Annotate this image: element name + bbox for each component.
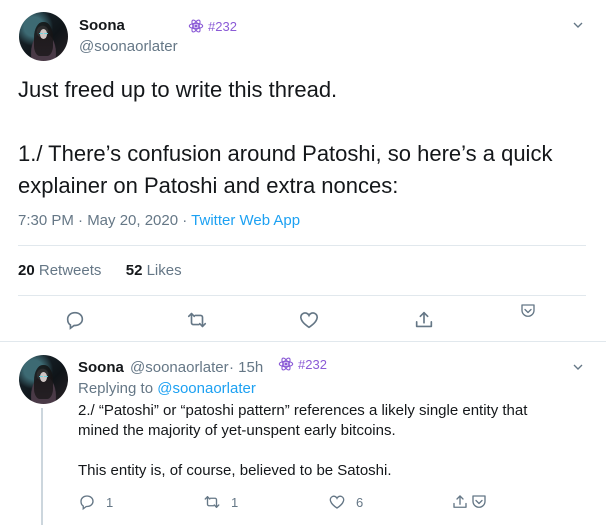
likes-count: 52 <box>125 262 143 279</box>
save-to-pocket-icon <box>472 495 486 508</box>
likes-label: Likes <box>146 262 182 279</box>
like-button[interactable] <box>298 309 320 331</box>
reply-author-handle[interactable]: @soonaorlater <box>130 359 229 376</box>
save-to-pocket-icon <box>521 304 535 317</box>
extension-badge[interactable]: #232 <box>278 356 327 372</box>
tweet-meta: 7:30 PM · May 20, 2020 · Twitter Web App <box>18 212 300 229</box>
reply-text-line: 2./ “Patoshi” or “patoshi pattern” refer… <box>78 402 528 419</box>
divider <box>18 245 586 246</box>
tweet-text-line: 1./ There’s confusion around Patoshi, so… <box>18 141 553 166</box>
avatar[interactable] <box>19 355 68 404</box>
tweet-text-line: explainer on Patoshi and extra nonces: <box>18 173 399 198</box>
tweet-text: Just freed up to write this thread. 1./ … <box>18 74 578 202</box>
save-to-pocket-button[interactable] <box>519 302 537 320</box>
retweet-arrows-icon <box>204 496 220 508</box>
tweet-source-link[interactable]: Twitter Web App <box>191 212 300 229</box>
tweet-text-line: Just freed up to write this thread. <box>18 77 338 102</box>
reply-count: 1 <box>106 494 114 510</box>
badge-label: #232 <box>208 18 237 34</box>
retweets-count: 20 <box>18 262 35 279</box>
heart-icon <box>329 495 345 509</box>
retweet-count: 1 <box>231 494 239 510</box>
chevron-down-icon[interactable] <box>570 17 586 33</box>
author-name[interactable]: Soona <box>79 17 125 34</box>
reply-button[interactable] <box>64 309 86 331</box>
speech-bubble-icon <box>80 495 94 511</box>
speech-bubble-icon <box>66 311 84 330</box>
reply-reply-button[interactable]: 1 <box>78 493 113 511</box>
like-count: 6 <box>356 494 364 510</box>
author-handle[interactable]: @soonaorlater <box>79 38 178 55</box>
reply-text: 2./ “Patoshi” or “patoshi pattern” refer… <box>78 401 568 481</box>
share-upload-icon <box>453 495 467 508</box>
atom-icon <box>188 19 204 33</box>
replying-to: Replying to @soonaorlater <box>78 380 256 397</box>
chevron-down-icon[interactable] <box>570 359 586 375</box>
thread-line <box>41 408 43 525</box>
retweets-stat[interactable]: 20 Retweets <box>18 262 101 279</box>
divider <box>18 295 586 296</box>
heart-icon <box>299 312 319 329</box>
avatar[interactable] <box>19 12 68 61</box>
reply-share-button[interactable] <box>451 493 469 511</box>
share-button[interactable] <box>413 309 435 331</box>
badge-label: #232 <box>298 356 327 372</box>
atom-icon <box>278 357 294 371</box>
retweet-button[interactable] <box>186 309 208 331</box>
tweet-stats: 20 Retweets 52 Likes <box>18 262 182 279</box>
retweet-arrows-icon <box>187 312 207 328</box>
reply-save-to-pocket-button[interactable] <box>470 493 488 511</box>
reply-like-button[interactable]: 6 <box>328 493 363 511</box>
retweets-label: Retweets <box>38 262 102 279</box>
reply-retweet-button[interactable]: 1 <box>203 493 238 511</box>
extension-badge[interactable]: #232 <box>188 18 237 34</box>
share-upload-icon <box>415 311 433 328</box>
replying-handle-link[interactable]: @soonaorlater <box>157 380 256 397</box>
reply-time-ago[interactable]: · 15h <box>229 359 263 376</box>
tweet-timestamp[interactable]: 7:30 PM · May 20, 2020 · <box>18 212 191 229</box>
replying-prefix: Replying to <box>78 380 158 397</box>
reply-text-line: This entity is, of course, believed to b… <box>78 462 392 479</box>
likes-stat[interactable]: 52 Likes <box>126 262 182 279</box>
main-tweet: Soona @soonaorlater #232 Just freed up t… <box>0 0 606 342</box>
reply-text-line: mined the majority of yet-unspent early … <box>78 422 396 439</box>
reply-author-name[interactable]: Soona <box>78 359 124 376</box>
